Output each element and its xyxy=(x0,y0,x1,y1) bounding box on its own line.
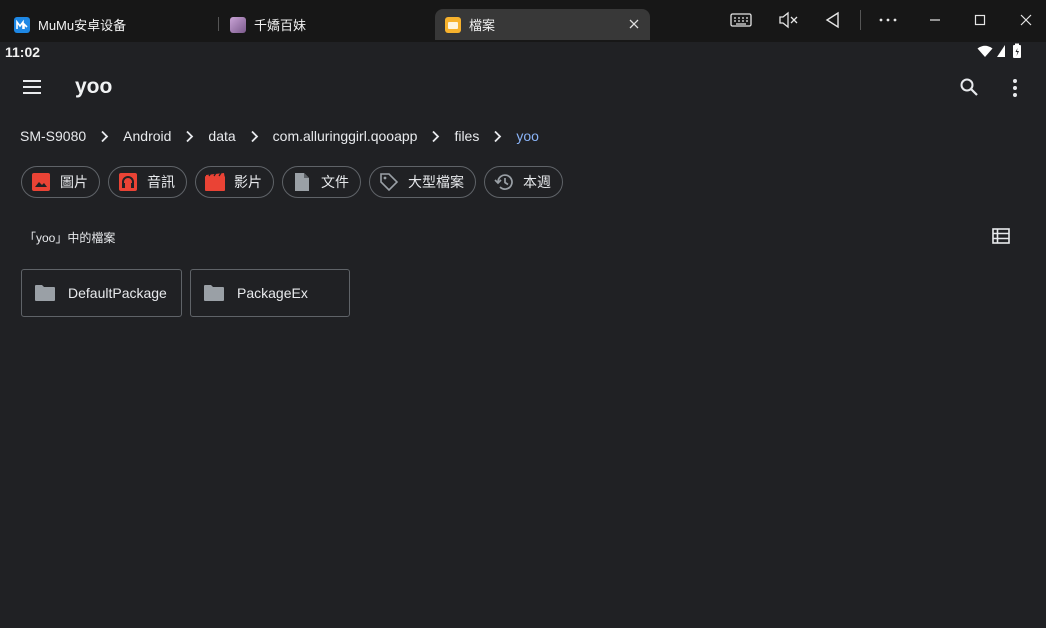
keyboard-icon[interactable] xyxy=(729,8,753,32)
breadcrumb-item-files[interactable]: files xyxy=(454,128,479,144)
game-avatar-icon xyxy=(230,16,246,33)
page-title: yoo xyxy=(75,75,113,98)
chip-label: 音訊 xyxy=(147,174,175,190)
document-icon xyxy=(292,172,312,192)
folder-item[interactable]: DefaultPackage xyxy=(21,269,182,317)
chip-label: 圖片 xyxy=(60,174,88,190)
breadcrumb-item-data[interactable]: data xyxy=(208,128,235,144)
android-status-bar: 11:02 xyxy=(0,42,1046,62)
folder-name: PackageEx xyxy=(237,285,308,301)
breadcrumb-item-current[interactable]: yoo xyxy=(516,128,539,144)
folder-name: DefaultPackage xyxy=(68,285,167,301)
chevron-right-icon xyxy=(432,130,440,142)
menu-icon[interactable] xyxy=(22,79,42,100)
folder-icon xyxy=(35,285,55,301)
chip-label: 文件 xyxy=(321,174,349,190)
tab-divider xyxy=(218,17,219,31)
breadcrumb-item-package[interactable]: com.alluringgirl.qooapp xyxy=(273,128,418,144)
signal-icon xyxy=(996,44,1006,63)
maximize-icon[interactable] xyxy=(970,8,990,32)
tab-label: 千嬌百妹 xyxy=(254,18,307,33)
chip-documents[interactable]: 文件 xyxy=(282,166,361,198)
wifi-icon xyxy=(977,45,993,63)
tab-files[interactable]: 檔案 xyxy=(435,9,650,40)
chip-label: 大型檔案 xyxy=(408,174,464,190)
headphones-icon xyxy=(118,172,138,192)
chip-videos[interactable]: 影片 xyxy=(195,166,274,198)
breadcrumb-item-device[interactable]: SM-S9080 xyxy=(20,128,86,144)
chip-label: 影片 xyxy=(234,174,262,190)
chevron-right-icon xyxy=(101,130,109,142)
chevron-right-icon xyxy=(186,130,194,142)
tab-mumu-device[interactable]: MuMu安卓设备 xyxy=(14,9,126,40)
search-icon[interactable] xyxy=(959,77,979,102)
movie-icon xyxy=(205,172,225,192)
window-controls-divider xyxy=(860,10,861,30)
folder-item[interactable]: PackageEx xyxy=(190,269,350,317)
tab-game[interactable]: 千嬌百妹 xyxy=(230,9,306,40)
battery-icon xyxy=(1012,43,1022,64)
chevron-right-icon xyxy=(251,130,258,142)
back-triangle-icon[interactable] xyxy=(822,8,844,32)
chip-audio[interactable]: 音訊 xyxy=(108,166,187,198)
breadcrumb: SM-S9080 Android data com.alluringgirl.q… xyxy=(20,127,539,145)
tag-icon xyxy=(379,172,399,192)
mumu-logo-icon xyxy=(14,16,30,33)
close-tab-icon[interactable] xyxy=(626,16,642,32)
window-titlebar: MuMu安卓设备 千嬌百妹 檔案 xyxy=(0,0,1046,42)
image-icon xyxy=(31,172,51,192)
chevron-right-icon xyxy=(494,130,502,142)
files-app-icon xyxy=(445,16,461,33)
breadcrumb-item-android[interactable]: Android xyxy=(123,128,171,144)
history-icon xyxy=(494,172,514,192)
section-title: 「yoo」中的檔案 xyxy=(24,231,116,245)
tab-label: MuMu安卓设备 xyxy=(38,18,127,33)
chip-this-week[interactable]: 本週 xyxy=(484,166,563,198)
filter-chips: 圖片 音訊 影片 文件 大型檔案 本週 xyxy=(21,166,571,198)
mute-icon[interactable] xyxy=(776,8,800,32)
app-bar: yoo xyxy=(0,62,1046,114)
overflow-menu-icon[interactable] xyxy=(1008,78,1022,103)
folder-icon xyxy=(204,285,224,301)
close-icon[interactable] xyxy=(1016,8,1036,32)
list-view-icon[interactable] xyxy=(992,228,1010,249)
minimize-icon[interactable] xyxy=(925,8,945,32)
chip-images[interactable]: 圖片 xyxy=(21,166,100,198)
status-clock: 11:02 xyxy=(5,44,41,60)
chip-large-files[interactable]: 大型檔案 xyxy=(369,166,476,198)
chip-label: 本週 xyxy=(523,174,551,190)
more-horizontal-icon[interactable] xyxy=(876,8,900,32)
tab-label: 檔案 xyxy=(469,18,496,33)
